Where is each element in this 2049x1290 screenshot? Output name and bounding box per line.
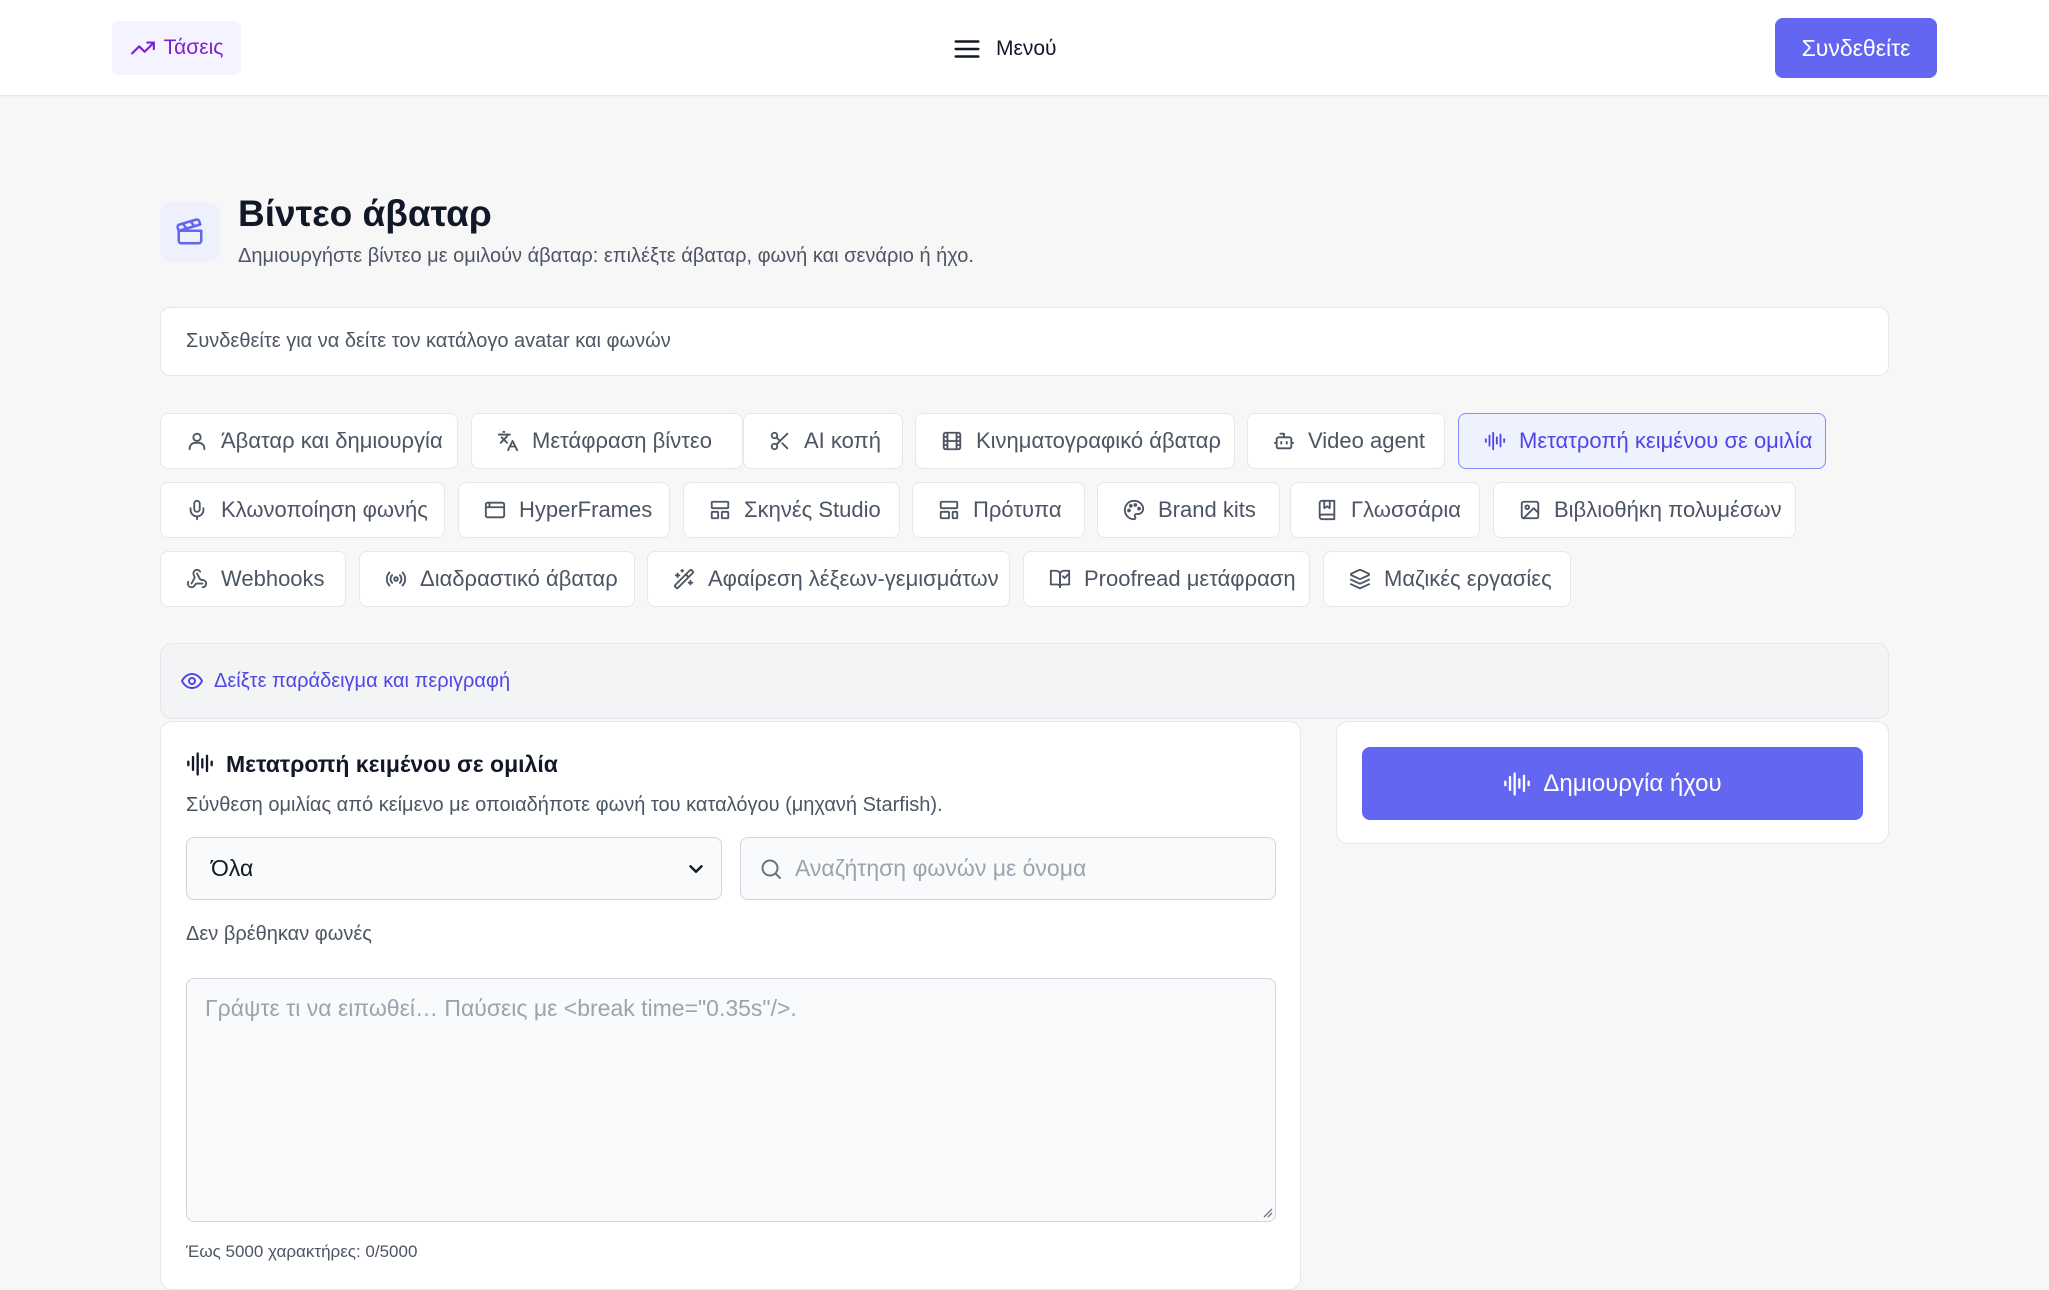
speech-text-input[interactable] (186, 978, 1276, 1222)
translate-icon (496, 429, 520, 453)
audio-waveform-icon (1503, 770, 1531, 798)
tab-label: Proofread μετάφραση (1084, 566, 1296, 591)
tab-label: Πρότυπα (973, 497, 1062, 522)
menu-button[interactable]: Μενού (952, 30, 1057, 68)
template-icon (937, 498, 961, 522)
tab-1[interactable]: Άβαταρ και δημιουργία (160, 413, 458, 469)
tab-12[interactable]: Γλωσσάρια (1290, 482, 1480, 538)
tab-17[interactable]: Proofread μετάφραση (1023, 551, 1310, 607)
tab-14[interactable]: Webhooks (160, 551, 346, 607)
tab-15[interactable]: Διαδραστικό άβαταρ (359, 551, 635, 607)
image-icon (1518, 498, 1542, 522)
voice-search-field[interactable] (740, 837, 1276, 900)
login-notice: Συνδεθείτε για να δείτε τον κατάλογο ava… (160, 307, 1889, 376)
generate-audio-button[interactable]: Δημιουργία ήχου (1362, 747, 1863, 820)
voice-search-input[interactable] (795, 855, 1275, 882)
tab-label: Webhooks (221, 566, 325, 591)
show-example-label: Δείξτε παράδειγμα και περιγραφή (214, 669, 511, 692)
audio-waveform-icon (186, 750, 214, 778)
tab-2[interactable]: Μετάφραση βίντεο (471, 413, 743, 469)
voice-filter-value: Όλα (211, 855, 254, 881)
tab-label: Κινηματογραφικό άβαταρ (976, 428, 1221, 453)
book-check-icon (1048, 567, 1072, 591)
trends-label: Τάσεις (163, 36, 224, 59)
scissors-icon (768, 429, 792, 453)
tab-label: Μετατροπή κειμένου σε ομιλία (1519, 428, 1813, 453)
tab-label: Διαδραστικό άβαταρ (420, 566, 618, 591)
eye-icon (180, 669, 204, 693)
audio-waveform-icon (1483, 429, 1507, 453)
no-voices-message: Δεν βρέθηκαν φωνές (186, 923, 372, 945)
resize-handle-icon[interactable] (1261, 1206, 1273, 1218)
radio-icon (384, 567, 408, 591)
tab-3[interactable]: AI κοπή (743, 413, 903, 469)
tab-label: HyperFrames (519, 497, 653, 522)
tab-label: Αφαίρεση λέξεων-γεμισμάτων (708, 566, 999, 591)
hamburger-icon (952, 34, 982, 64)
voice-filter-select[interactable]: Όλα (186, 837, 722, 900)
tab-5[interactable]: Video agent (1247, 413, 1445, 469)
show-example-toggle[interactable]: Δείξτε παράδειγμα και περιγραφή (160, 643, 1889, 719)
bot-icon (1272, 429, 1296, 453)
top-header: Τάσεις Μενού Συνδεθείτε (0, 0, 2049, 96)
generate-audio-label: Δημιουργία ήχου (1543, 769, 1722, 797)
tab-label: Βιβλιοθήκη πολυμέσων (1554, 497, 1782, 522)
tab-11[interactable]: Brand kits (1097, 482, 1280, 538)
wand-icon (672, 567, 696, 591)
palette-icon (1122, 498, 1146, 522)
tab-label: Video agent (1308, 428, 1426, 453)
page-title: Βίντεο άβαταρ (238, 193, 492, 234)
layout-icon (708, 498, 732, 522)
tab-label: Άβαταρ και δημιουργία (221, 428, 443, 453)
tab-8[interactable]: HyperFrames (458, 482, 670, 538)
book-icon (1315, 498, 1339, 522)
generate-card: Δημιουργία ήχου (1336, 721, 1889, 844)
tab-13[interactable]: Βιβλιοθήκη πολυμέσων (1493, 482, 1796, 538)
microphone-icon (185, 498, 209, 522)
tab-10[interactable]: Πρότυπα (912, 482, 1085, 538)
tab-label: Μετάφραση βίντεο (532, 428, 712, 453)
webhook-icon (185, 567, 209, 591)
login-button[interactable]: Συνδεθείτε (1775, 18, 1937, 78)
tab-4[interactable]: Κινηματογραφικό άβαταρ (915, 413, 1235, 469)
search-icon (759, 857, 783, 881)
page-subtitle: Δημιουργήστε βίντεο με ομιλούν άβαταρ: ε… (238, 245, 974, 267)
layers-icon (1348, 567, 1372, 591)
app-window-icon (483, 498, 507, 522)
clapperboard-icon (160, 202, 220, 262)
tab-label: Brand kits (1158, 497, 1256, 522)
tts-card: Μετατροπή κειμένου σε ομιλία Σύνθεση ομι… (160, 721, 1301, 1290)
trending-up-icon (130, 35, 156, 61)
tab-label: Κλωνοποίηση φωνής (221, 497, 428, 522)
tab-6[interactable]: Μετατροπή κειμένου σε ομιλία (1458, 413, 1826, 469)
tab-label: Σκηνές Studio (744, 497, 881, 522)
menu-label: Μενού (996, 37, 1057, 60)
tab-16[interactable]: Αφαίρεση λέξεων-γεμισμάτων (647, 551, 1010, 607)
character-count: Έως 5000 χαρακτήρες: 0/5000 (186, 1242, 418, 1261)
tab-label: Μαζικές εργασίες (1384, 566, 1552, 591)
tab-label: Γλωσσάρια (1351, 497, 1461, 522)
trends-button[interactable]: Τάσεις (112, 21, 241, 75)
chevron-down-icon (685, 858, 707, 880)
user-icon (185, 429, 209, 453)
tab-label: AI κοπή (804, 428, 881, 453)
film-icon (940, 429, 964, 453)
tab-18[interactable]: Μαζικές εργασίες (1323, 551, 1571, 607)
tab-7[interactable]: Κλωνοποίηση φωνής (160, 482, 445, 538)
tts-heading-label: Μετατροπή κειμένου σε ομιλία (226, 750, 558, 777)
tts-heading: Μετατροπή κειμένου σε ομιλία (186, 750, 558, 778)
tts-description: Σύνθεση ομιλίας από κείμενο με οποιαδήπο… (186, 794, 943, 816)
tab-9[interactable]: Σκηνές Studio (683, 482, 900, 538)
